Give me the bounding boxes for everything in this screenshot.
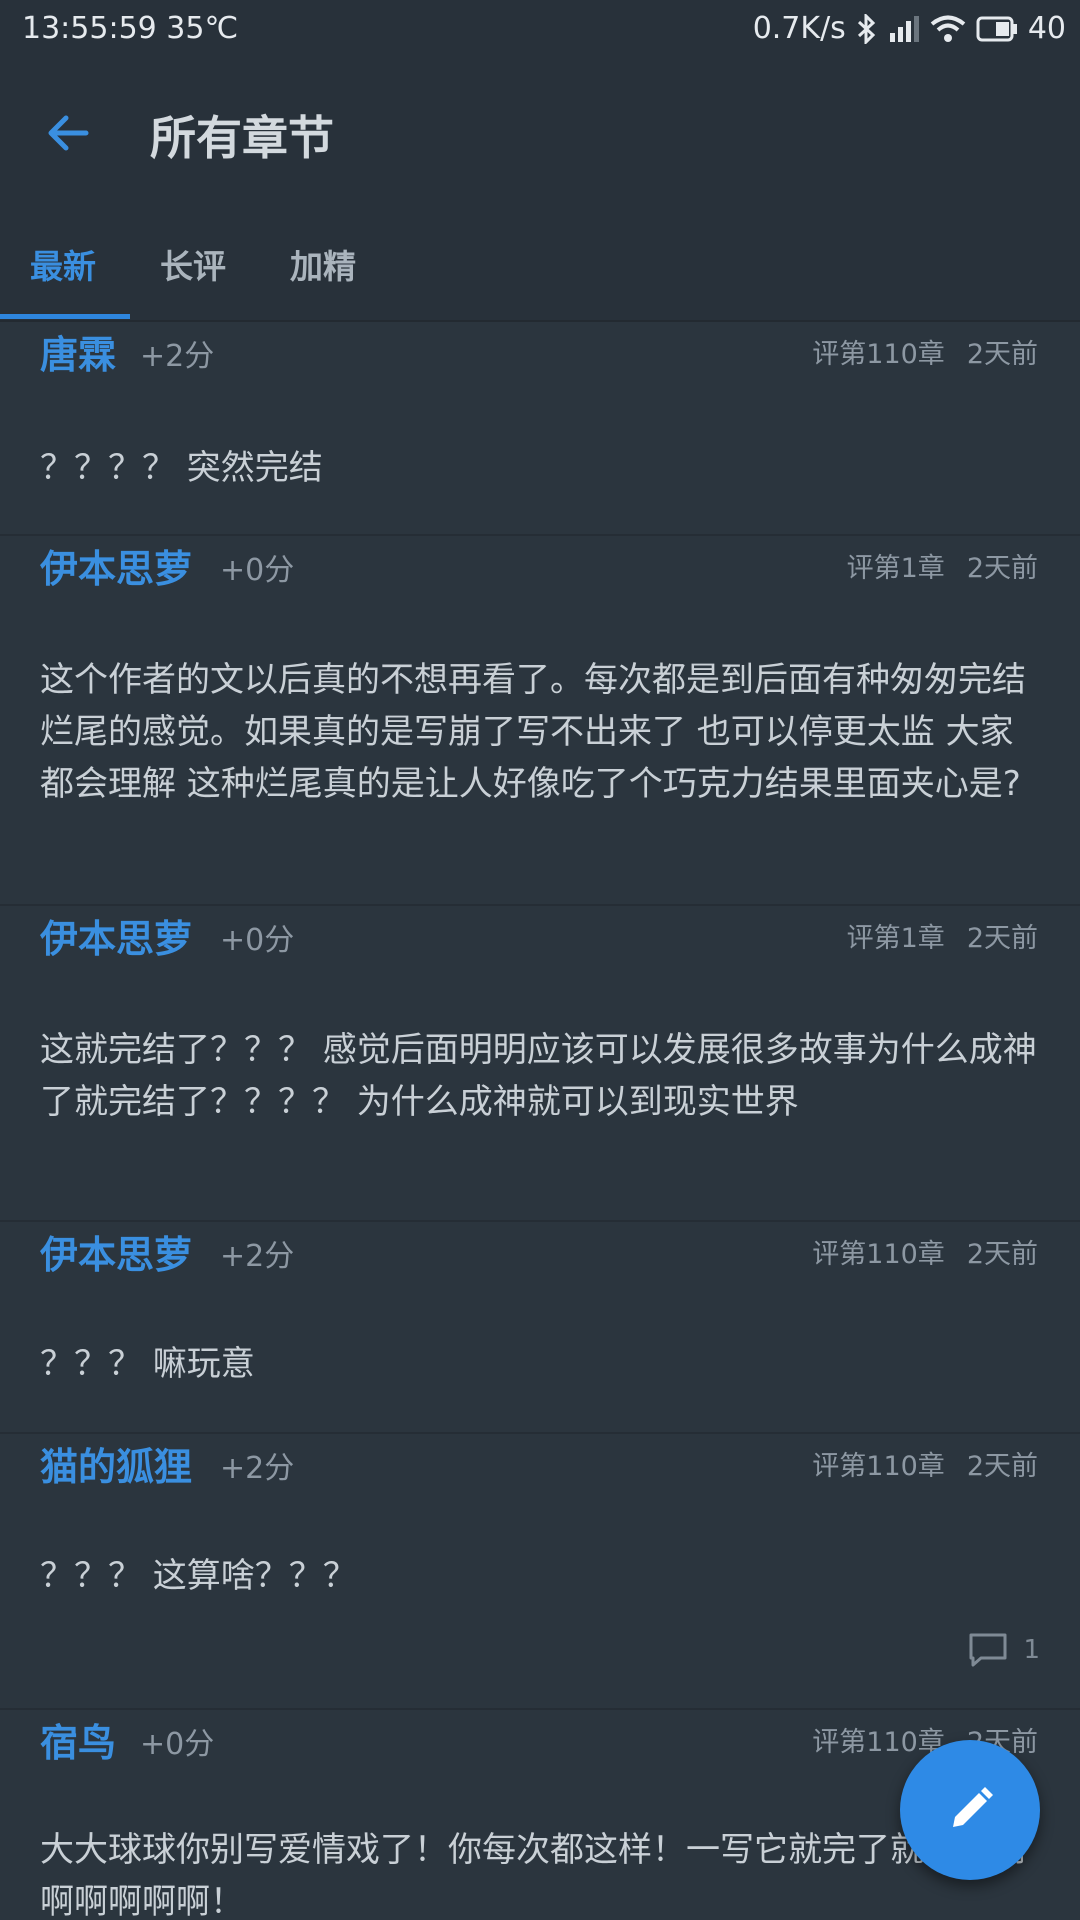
write-comment-button[interactable] [900, 1740, 1040, 1880]
comment-meta: 评第1章 2天前 [847, 916, 1038, 955]
comment-score: +2分 [140, 339, 215, 374]
comment-score: +0分 [220, 923, 295, 958]
comment-content: 这就完结了？？？ 感觉后面明明应该可以发展很多故事为什么成神了就完结了？？？？ … [40, 1030, 1037, 1122]
comment-author[interactable]: 伊本思萝 [40, 908, 192, 963]
comment-score: +2分 [220, 1239, 295, 1274]
comment-content: ？？？ 嘛玩意 [40, 1344, 255, 1384]
bluetooth-icon [856, 13, 878, 44]
comment-time: 2天前 [966, 553, 1038, 584]
comment-chapter: 评第1章 [846, 553, 945, 584]
tab-bar: 最新 长评 加精 [0, 208, 1080, 322]
comment-content: ？？？ 这算啥？？？ [40, 1556, 357, 1596]
comment-meta: 评第110章 2天前 [812, 1444, 1038, 1483]
comment-score: +0分 [140, 1727, 215, 1762]
comment-time: 2天前 [966, 339, 1038, 370]
page-title: 所有章节 [150, 111, 334, 165]
list-item[interactable]: 伊本思萝 +2分 评第110章 2天前 ？？？ 嘛玩意 [0, 1222, 1080, 1434]
comment-chapter: 评第110章 [812, 1451, 945, 1482]
battery-level: 40 [1027, 11, 1066, 46]
comment-author[interactable]: 宿鸟 [40, 1712, 116, 1767]
comment-meta: 评第110章 2天前 [812, 1232, 1038, 1271]
signal-icon [888, 15, 920, 43]
comment-time: 2天前 [966, 923, 1038, 954]
tab-indicator [0, 314, 130, 319]
comment-meta: 评第110章 2天前 [812, 332, 1038, 371]
status-icons: 0.7K/s 40 [753, 11, 1066, 46]
list-item[interactable]: 伊本思萝 +0分 评第1章 2天前 这个作者的文以后真的不想再看了。每次都是到后面… [0, 536, 1080, 906]
comment-time: 2天前 [966, 1239, 1038, 1270]
wifi-icon [930, 15, 966, 43]
comment-content: 这个作者的文以后真的不想再看了。每次都是到后面有种匆匆完结烂尾的感觉。如果真的是… [40, 660, 1026, 804]
comment-chapter: 评第1章 [846, 923, 945, 954]
reply-count[interactable]: 1 [967, 1632, 1040, 1668]
status-time: 13:55:59 35℃ [22, 11, 239, 46]
list-item[interactable]: 唐霖 +2分 评第110章 2天前 ？？？？ 突然完结 [0, 322, 1080, 536]
comment-author[interactable]: 唐霖 [40, 324, 116, 379]
network-speed: 0.7K/s [752, 11, 846, 46]
tab-featured[interactable]: 加精 [290, 240, 356, 288]
comment-chapter: 评第110章 [812, 1727, 945, 1758]
tab-long-review[interactable]: 长评 [160, 240, 226, 288]
comment-list[interactable]: 唐霖 +2分 评第110章 2天前 ？？？？ 突然完结 伊本思萝 +0分 评第1章… [0, 322, 1080, 1920]
battery-icon [976, 16, 1018, 42]
comment-author[interactable]: 伊本思萝 [40, 1224, 192, 1279]
comment-score: +0分 [220, 553, 295, 588]
comment-chapter: 评第110章 [812, 339, 945, 370]
arrow-left-icon [48, 115, 89, 151]
list-item[interactable]: 伊本思萝 +0分 评第1章 2天前 这就完结了？？？ 感觉后面明明应该可以发展很多… [0, 906, 1080, 1222]
comment-author[interactable]: 猫的狐狸 [40, 1436, 192, 1491]
app-bar: 所有章节 [0, 58, 1080, 208]
comment-meta: 评第1章 2天前 [847, 546, 1038, 585]
comment-bubble-icon [969, 1633, 1007, 1667]
comment-chapter: 评第110章 [812, 1239, 945, 1270]
reply-count-value: 1 [1023, 1635, 1040, 1665]
pencil-icon [953, 1787, 993, 1827]
tab-latest[interactable]: 最新 [30, 240, 96, 288]
comment-author[interactable]: 伊本思萝 [40, 538, 192, 593]
comment-time: 2天前 [966, 1451, 1038, 1482]
status-bar: 13:55:59 35℃ 0.7K/s 40 [0, 0, 1080, 58]
comment-content: ？？？？ 突然完结 [40, 448, 323, 488]
back-button[interactable] [38, 103, 98, 163]
comment-score: +2分 [220, 1451, 295, 1486]
list-item[interactable]: 猫的狐狸 +2分 评第110章 2天前 ？？？ 这算啥？？？ 1 [0, 1434, 1080, 1710]
